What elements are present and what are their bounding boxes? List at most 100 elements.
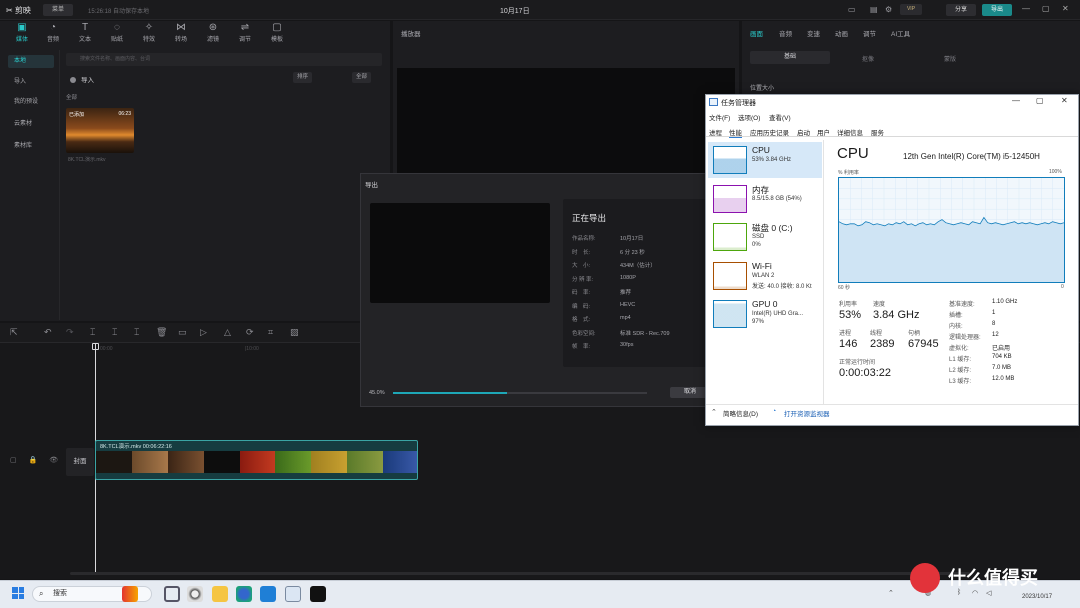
side-item-local[interactable]: 本地 (8, 55, 54, 68)
import-icon (70, 77, 76, 83)
wifi-icon[interactable]: ◠ (972, 589, 978, 597)
rotate-icon[interactable]: ⟳ (246, 327, 254, 338)
tm-tab-processes[interactable]: 进程 (709, 127, 722, 137)
mark-icon[interactable]: △ (224, 327, 231, 338)
tm-resource-item[interactable]: 磁盘 0 (C:) SSD 0% (708, 219, 822, 255)
tm-tab-app-history[interactable]: 应用历史记录 (750, 127, 789, 137)
settings-icon[interactable]: ⚙ (885, 5, 892, 14)
tm-fewer-details-link[interactable]: 简略信息(D) (723, 408, 758, 418)
tab-template[interactable]: ▢ 模板 (261, 22, 293, 43)
file-explorer-icon[interactable] (212, 586, 228, 602)
tab-prop-adjust[interactable]: 调节 (863, 28, 876, 38)
layout-icon[interactable]: ▤ (870, 5, 878, 14)
widgets-icon[interactable] (122, 586, 138, 602)
tm-resource-name: CPU (752, 145, 770, 155)
minimize-icon[interactable]: — (1022, 4, 1030, 13)
collapse-icon[interactable]: ⌃ (711, 408, 717, 416)
menu-button[interactable]: 菜单 (43, 4, 73, 16)
effects-icon: ✧ (144, 22, 154, 33)
taskbar-date: 2023/10/17 (1022, 594, 1053, 600)
chrome-icon[interactable] (187, 586, 203, 602)
filter-all-button[interactable]: 全部 (352, 72, 372, 83)
tm-tab-startup[interactable]: 启动 (797, 127, 810, 137)
tab-transition[interactable]: ⋈ 转场 (165, 22, 197, 43)
redo-icon[interactable]: ↷ (66, 327, 74, 338)
subtab-basic[interactable]: 基础 (750, 51, 830, 64)
stat-threads-value: 2389 (870, 338, 895, 350)
tm-resource-monitor-link[interactable]: 打开资源监视器 (784, 408, 830, 418)
crop-icon[interactable]: ⌗ (268, 327, 273, 338)
freeze-icon[interactable]: ▭ (178, 327, 187, 338)
sort-button[interactable]: 排序 (293, 72, 313, 83)
search-icon: ⌕ (39, 589, 44, 598)
tab-sticker[interactable]: ◌ 贴纸 (101, 22, 133, 43)
subtab-cutout[interactable]: 抠像 (862, 54, 874, 63)
tab-speed[interactable]: 变速 (807, 28, 820, 38)
tab-effects[interactable]: ✧ 特效 (133, 22, 165, 43)
text-icon: T (81, 22, 89, 33)
tm-tab-performance[interactable]: 性能 (729, 127, 742, 138)
side-item-library[interactable]: 素材库 (8, 140, 54, 153)
side-item-cloud[interactable]: 云素材 (8, 118, 54, 131)
volume-icon[interactable]: ◁ (986, 589, 991, 597)
capcut-taskbar-icon[interactable] (310, 586, 326, 602)
side-item-import[interactable]: 导入 (8, 76, 54, 89)
tm-minimize-icon[interactable]: — (1012, 96, 1020, 105)
tm-resource-l2: 0% (752, 242, 761, 248)
split-icon[interactable]: ⌶ (90, 327, 95, 338)
timeline-scrollbar[interactable] (70, 572, 970, 575)
undo-icon[interactable]: ↶ (44, 327, 52, 338)
media-search-input[interactable]: 搜索文件名称、画面内容、台词 (66, 53, 382, 66)
playhead-handle[interactable] (92, 343, 99, 350)
tab-picture[interactable]: 画面 (750, 28, 763, 38)
tm-resource-item[interactable]: Wi-Fi WLAN 2 发送: 40.0 接收: 8.0 Kt (708, 258, 822, 294)
store-icon[interactable] (260, 586, 276, 602)
stat-processes-value: 146 (839, 338, 858, 350)
maximize-icon[interactable]: ▢ (1042, 4, 1050, 13)
media-thumbnail[interactable]: 已添加 06:23 (66, 108, 134, 153)
task-manager-taskbar-icon[interactable] (285, 586, 301, 602)
tm-cpu-graph-svg (839, 178, 1064, 282)
tm-menu-view[interactable]: 查看(V) (769, 112, 791, 122)
split-right-icon[interactable]: ⌶ (134, 327, 139, 338)
subtab-mask[interactable]: 蒙版 (944, 54, 956, 63)
vip-badge[interactable]: VIP (900, 4, 922, 15)
import-button[interactable]: 导入 (70, 74, 94, 84)
tab-adjust[interactable]: ⇌ 调节 (229, 22, 261, 43)
tm-resource-item[interactable]: GPU 0 Intel(R) UHD Gra... 97% (708, 296, 822, 332)
close-icon[interactable]: ✕ (1062, 4, 1069, 13)
split-left-icon[interactable]: ⌶ (112, 327, 117, 338)
tm-tab-services[interactable]: 服务 (871, 127, 884, 137)
tab-audio[interactable]: ◔ 音频 (37, 22, 69, 43)
tm-menu-options[interactable]: 选项(O) (738, 112, 760, 122)
tab-media[interactable]: ▣ 媒体 (6, 22, 38, 43)
tab-filter[interactable]: ⊛ 滤镜 (197, 22, 229, 43)
tm-tab-details[interactable]: 详细信息 (837, 127, 863, 137)
tm-tab-users[interactable]: 用户 (817, 127, 830, 137)
task-view-icon[interactable] (164, 586, 180, 602)
delete-icon[interactable]: 🗑 (156, 327, 167, 338)
cover-button[interactable]: 封面 (66, 448, 94, 476)
tm-resource-item[interactable]: 内存 8.5/15.8 GB (54%) (708, 181, 822, 217)
tab-ai-tools[interactable]: AI工具 (891, 28, 910, 38)
tab-prop-audio[interactable]: 音频 (779, 28, 792, 38)
image-icon[interactable]: ▨ (290, 327, 299, 338)
export-button[interactable]: 导出 (982, 4, 1012, 16)
tm-close-icon[interactable]: ✕ (1061, 96, 1068, 105)
cancel-export-button[interactable]: 取消 (670, 387, 710, 398)
edge-icon[interactable] (236, 586, 252, 602)
tab-animation[interactable]: 动画 (835, 28, 848, 38)
tm-resource-item[interactable]: CPU 53% 3.84 GHz (708, 142, 822, 178)
select-tool-icon[interactable]: ⇱ (10, 327, 18, 338)
start-icon[interactable] (12, 587, 24, 599)
side-item-presets[interactable]: 我的预设 (8, 96, 54, 109)
tray-chevron-icon[interactable]: ⌃ (888, 589, 894, 597)
bluetooth-icon[interactable]: ᛒ (957, 589, 961, 596)
monitor-icon[interactable]: ▭ (848, 5, 856, 14)
tm-menu-file[interactable]: 文件(F) (709, 112, 730, 122)
play-icon[interactable]: ▷ (200, 327, 207, 338)
tm-maximize-icon[interactable]: ▢ (1036, 96, 1044, 105)
tab-text[interactable]: T 文本 (69, 22, 101, 43)
share-button[interactable]: 分享 (946, 4, 976, 16)
video-clip[interactable]: 8K.TCL演示.mkv 00:06:22:16 (95, 440, 418, 480)
